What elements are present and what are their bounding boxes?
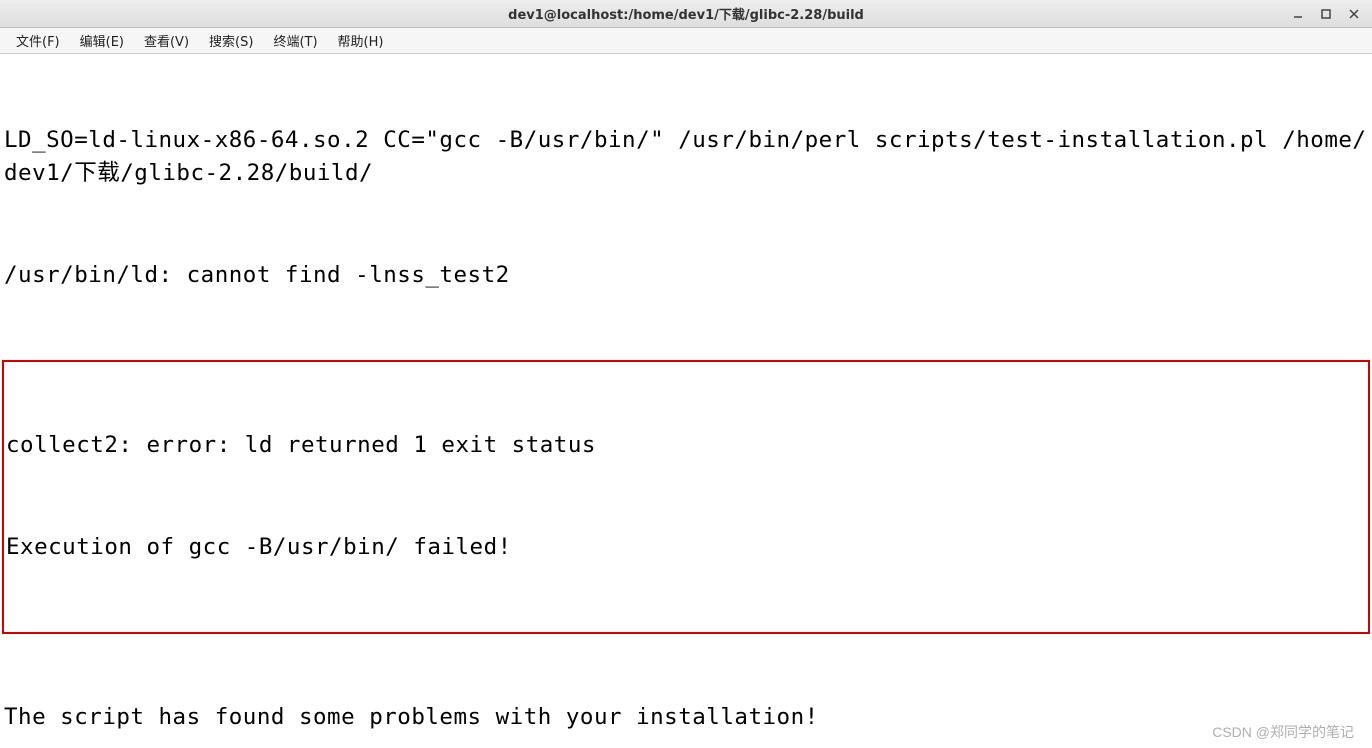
output-line: The script has found some problems with …: [4, 701, 1368, 735]
menu-edit[interactable]: 编辑(E): [70, 28, 134, 53]
menu-terminal[interactable]: 终端(T): [263, 28, 327, 53]
menu-file[interactable]: 文件(F): [6, 28, 70, 53]
close-button[interactable]: [1340, 3, 1368, 25]
window-title: dev1@localhost:/home/dev1/下载/glibc-2.28/…: [508, 4, 864, 23]
menubar: 文件(F) 编辑(E) 查看(V) 搜索(S) 终端(T) 帮助(H): [0, 28, 1372, 54]
menu-view[interactable]: 查看(V): [134, 28, 199, 53]
output-line: /usr/bin/ld: cannot find -lnss_test2: [4, 259, 1368, 293]
maximize-icon: [1321, 9, 1331, 19]
terminal-output[interactable]: LD_SO=ld-linux-x86-64.so.2 CC="gcc -B/us…: [0, 54, 1372, 748]
output-line-error: Execution of gcc -B/usr/bin/ failed!: [6, 531, 1366, 565]
error-highlight-box: collect2: error: ld returned 1 exit stat…: [2, 360, 1370, 634]
menu-help[interactable]: 帮助(H): [328, 28, 394, 53]
menu-search[interactable]: 搜索(S): [199, 28, 263, 53]
output-line-error: collect2: error: ld returned 1 exit stat…: [6, 429, 1366, 463]
window-controls: [1284, 0, 1368, 27]
minimize-icon: [1293, 9, 1303, 19]
minimize-button[interactable]: [1284, 3, 1312, 25]
close-icon: [1349, 9, 1359, 19]
output-line: LD_SO=ld-linux-x86-64.so.2 CC="gcc -B/us…: [4, 124, 1368, 192]
titlebar: dev1@localhost:/home/dev1/下载/glibc-2.28/…: [0, 0, 1372, 28]
watermark: CSDN @郑同学的笔记: [1212, 722, 1354, 742]
maximize-button[interactable]: [1312, 3, 1340, 25]
